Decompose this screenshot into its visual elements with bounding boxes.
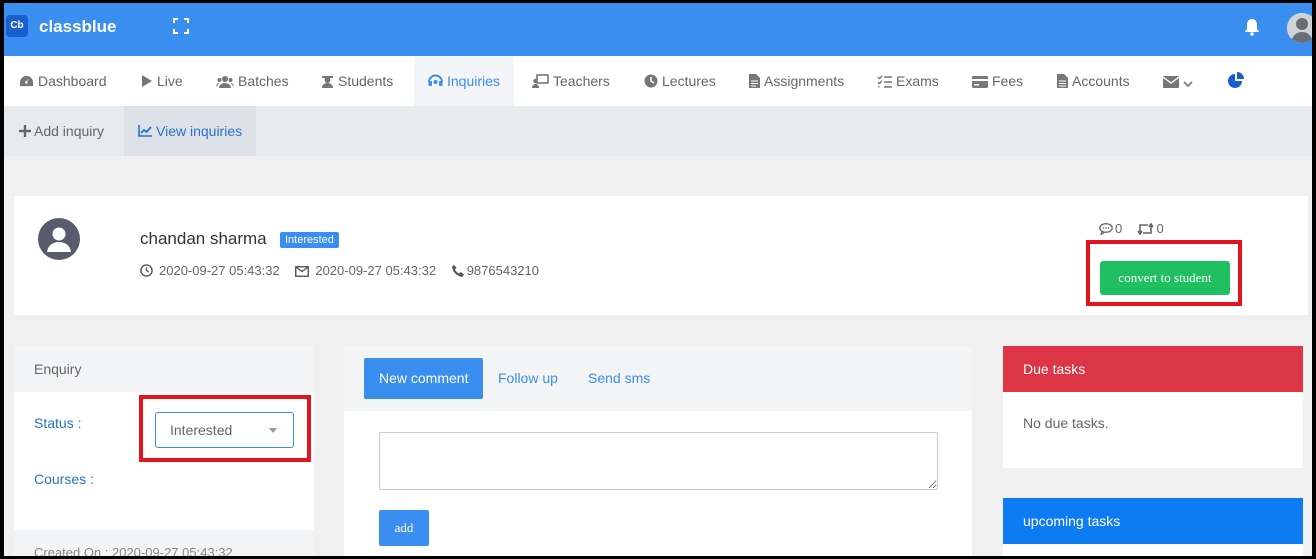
add-comment-button[interactable]: add	[379, 510, 429, 546]
nav-label: Batches	[238, 73, 289, 89]
comment-textarea[interactable]	[379, 432, 938, 490]
upcoming-tasks-title: upcoming tasks	[1003, 498, 1303, 544]
top-bar: Cb classblue	[4, 3, 1312, 56]
person-avatar-icon	[38, 218, 80, 260]
comment-tabs: New comment Follow up Send sms	[344, 346, 972, 411]
nav-label: Exams	[896, 73, 939, 89]
envelope-icon	[295, 266, 310, 277]
nav-label: Inquiries	[447, 73, 500, 89]
person-name: chandan sharma	[140, 229, 267, 248]
status-label: Status :	[34, 415, 82, 431]
nav-exams[interactable]: Exams	[877, 56, 939, 106]
retweet-count: 0	[1156, 221, 1164, 236]
list-check-icon	[877, 75, 892, 88]
view-inquiries-link[interactable]: View inquiries	[124, 106, 257, 156]
created-meta: 2020-09-27 05:43:32	[140, 263, 283, 278]
clock-icon	[644, 74, 658, 88]
nav-teachers[interactable]: Teachers	[532, 56, 610, 106]
nav-batches[interactable]: Batches	[216, 56, 289, 106]
highlight-box-status	[139, 395, 311, 462]
nav-label: Students	[338, 73, 394, 89]
student-icon	[322, 76, 333, 88]
comment-icon	[1099, 223, 1113, 236]
users-icon	[216, 76, 234, 88]
play-icon	[142, 75, 152, 87]
nav-label: Lectures	[662, 73, 716, 89]
teacher-icon	[532, 74, 549, 88]
nav-label: Live	[157, 73, 183, 89]
tab-send-sms[interactable]: Send sms	[588, 358, 650, 399]
nav-lectures[interactable]: Lectures	[644, 56, 716, 106]
due-tasks-empty: No due tasks.	[1023, 415, 1109, 431]
sub-nav: Add inquiry View inquiries	[4, 106, 1312, 156]
bell-icon[interactable]	[1244, 18, 1260, 36]
created-date: 2020-09-27 05:43:32	[159, 263, 280, 278]
credit-card-icon	[972, 76, 988, 88]
nav-accounts[interactable]: Accounts	[1057, 56, 1130, 106]
nav-students[interactable]: Students	[321, 56, 393, 106]
phone-meta: 9876543210	[451, 263, 539, 278]
nav-label: Assignments	[764, 73, 845, 89]
highlight-box-convert	[1086, 240, 1242, 306]
add-inquiry-link[interactable]: Add inquiry	[19, 106, 104, 156]
fullscreen-icon[interactable]	[173, 18, 189, 34]
nav-dashboard[interactable]: Dashboard	[19, 56, 107, 106]
nav-assignments[interactable]: Assignments	[749, 56, 844, 106]
nav-label: Accounts	[1072, 73, 1130, 89]
due-tasks-title: Due tasks	[1003, 346, 1303, 392]
tab-follow-up[interactable]: Follow up	[498, 358, 558, 399]
phone-icon	[451, 265, 464, 277]
activity-counts: 0 0	[1099, 221, 1164, 236]
file-icon	[749, 74, 760, 88]
status-badge: Interested	[280, 232, 339, 248]
logo[interactable]: Cb	[6, 15, 28, 37]
nav-messages-dropdown[interactable]	[1162, 56, 1197, 106]
file-alt-icon	[1057, 74, 1068, 88]
enquiry-title: Enquiry	[14, 346, 314, 392]
envelope-icon	[1162, 76, 1180, 88]
brand-name[interactable]: classblue	[39, 17, 117, 37]
comment-panel: New comment Follow up Send sms add	[344, 346, 972, 556]
tab-new-comment[interactable]: New comment	[364, 358, 484, 399]
updated-date: 2020-09-27 05:43:32	[315, 263, 437, 278]
clock-icon	[140, 264, 153, 277]
app-frame: Cb classblue Dashboard Live Batches Stud…	[4, 3, 1312, 556]
line-chart-icon	[138, 125, 152, 137]
headset-icon	[428, 74, 443, 86]
user-avatar[interactable]	[1287, 13, 1312, 43]
nav-inquiries[interactable]: Inquiries	[414, 56, 514, 106]
add-inquiry-label: Add inquiry	[34, 123, 105, 139]
main-nav: Dashboard Live Batches Students Inquirie…	[4, 56, 1312, 106]
nav-reports[interactable]	[1228, 56, 1248, 106]
phone-number: 9876543210	[466, 263, 539, 278]
user-avatar-icon	[1287, 13, 1312, 43]
chevron-down-icon	[1183, 81, 1193, 88]
pie-chart-icon	[1228, 72, 1244, 88]
view-inquiries-label: View inquiries	[156, 123, 243, 139]
due-tasks-panel: Due tasks No due tasks.	[1003, 346, 1303, 468]
meta-row: 2020-09-27 05:43:32 2020-09-27 05:43:32 …	[140, 263, 539, 278]
retweet-icon	[1137, 222, 1155, 236]
nav-label: Fees	[992, 73, 1024, 89]
upcoming-tasks-panel: upcoming tasks	[1003, 498, 1303, 556]
nav-label: Dashboard	[38, 73, 107, 89]
created-on: Created On : 2020-09-27 05:43:32	[14, 530, 314, 556]
dashboard-icon	[20, 75, 33, 87]
courses-label: Courses :	[34, 471, 94, 487]
plus-icon	[19, 125, 31, 137]
nav-label: Teachers	[553, 73, 610, 89]
comment-count: 0	[1115, 221, 1123, 236]
nav-live[interactable]: Live	[141, 56, 183, 106]
updated-meta: 2020-09-27 05:43:32	[295, 263, 439, 278]
nav-fees[interactable]: Fees	[972, 56, 1023, 106]
